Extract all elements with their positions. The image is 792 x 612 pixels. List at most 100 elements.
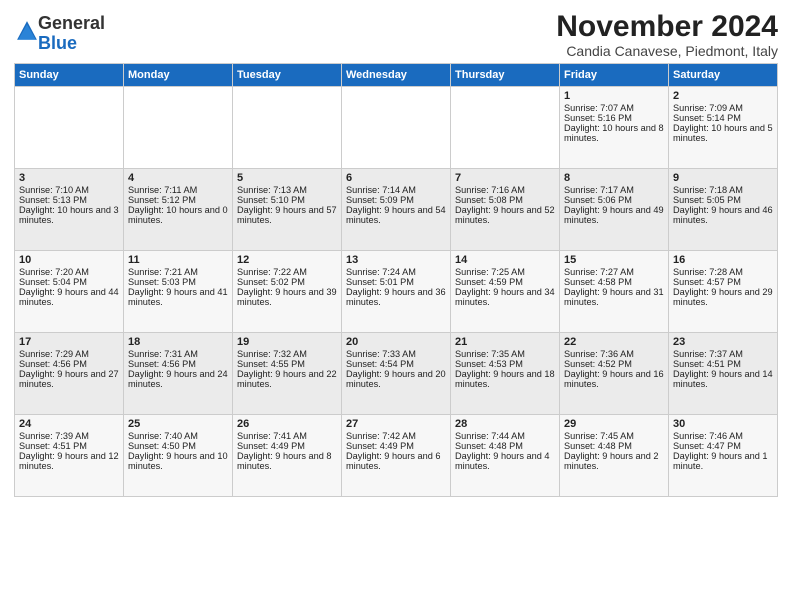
day-info: Sunrise: 7:09 AM	[673, 103, 773, 113]
day-info: Sunrise: 7:14 AM	[346, 185, 446, 195]
day-number: 19	[237, 336, 337, 348]
day-info: Sunrise: 7:42 AM	[346, 431, 446, 441]
calendar-cell: 27Sunrise: 7:42 AMSunset: 4:49 PMDayligh…	[342, 415, 451, 497]
day-info: Sunset: 4:51 PM	[673, 359, 773, 369]
day-info: Sunrise: 7:31 AM	[128, 349, 228, 359]
day-info: Daylight: 9 hours and 20 minutes.	[346, 369, 446, 389]
calendar-cell: 30Sunrise: 7:46 AMSunset: 4:47 PMDayligh…	[669, 415, 778, 497]
day-info: Sunrise: 7:46 AM	[673, 431, 773, 441]
weekday-header: Tuesday	[233, 64, 342, 87]
day-number: 12	[237, 254, 337, 266]
day-number: 15	[564, 254, 664, 266]
day-info: Daylight: 9 hours and 46 minutes.	[673, 205, 773, 225]
day-info: Sunset: 4:59 PM	[455, 277, 555, 287]
calendar-cell	[233, 87, 342, 169]
calendar-cell: 4Sunrise: 7:11 AMSunset: 5:12 PMDaylight…	[124, 169, 233, 251]
day-info: Daylight: 9 hours and 34 minutes.	[455, 287, 555, 307]
day-info: Sunset: 5:04 PM	[19, 277, 119, 287]
day-info: Daylight: 9 hours and 31 minutes.	[564, 287, 664, 307]
day-info: Sunrise: 7:25 AM	[455, 267, 555, 277]
day-info: Sunrise: 7:22 AM	[237, 267, 337, 277]
day-info: Daylight: 9 hours and 41 minutes.	[128, 287, 228, 307]
calendar-cell: 15Sunrise: 7:27 AMSunset: 4:58 PMDayligh…	[560, 251, 669, 333]
day-number: 27	[346, 418, 446, 430]
calendar: SundayMondayTuesdayWednesdayThursdayFrid…	[14, 63, 778, 497]
calendar-cell	[342, 87, 451, 169]
logo: General Blue	[14, 14, 105, 54]
subtitle: Candia Canavese, Piedmont, Italy	[556, 43, 778, 59]
day-info: Sunset: 4:57 PM	[673, 277, 773, 287]
calendar-cell: 1Sunrise: 7:07 AMSunset: 5:16 PMDaylight…	[560, 87, 669, 169]
day-info: Daylight: 9 hours and 10 minutes.	[128, 451, 228, 471]
day-info: Sunset: 5:05 PM	[673, 195, 773, 205]
calendar-cell: 19Sunrise: 7:32 AMSunset: 4:55 PMDayligh…	[233, 333, 342, 415]
day-number: 20	[346, 336, 446, 348]
day-info: Sunrise: 7:18 AM	[673, 185, 773, 195]
day-number: 11	[128, 254, 228, 266]
day-info: Daylight: 9 hours and 16 minutes.	[564, 369, 664, 389]
day-info: Sunrise: 7:45 AM	[564, 431, 664, 441]
day-number: 10	[19, 254, 119, 266]
day-number: 30	[673, 418, 773, 430]
weekday-header: Monday	[124, 64, 233, 87]
day-info: Sunset: 5:16 PM	[564, 113, 664, 123]
day-number: 26	[237, 418, 337, 430]
logo-icon	[16, 20, 38, 42]
day-info: Sunset: 5:06 PM	[564, 195, 664, 205]
day-info: Sunrise: 7:10 AM	[19, 185, 119, 195]
day-info: Sunset: 4:52 PM	[564, 359, 664, 369]
day-info: Sunset: 4:54 PM	[346, 359, 446, 369]
day-info: Daylight: 9 hours and 57 minutes.	[237, 205, 337, 225]
weekday-header: Wednesday	[342, 64, 451, 87]
day-info: Sunset: 5:10 PM	[237, 195, 337, 205]
day-info: Sunrise: 7:36 AM	[564, 349, 664, 359]
day-info: Sunrise: 7:39 AM	[19, 431, 119, 441]
day-info: Daylight: 9 hours and 29 minutes.	[673, 287, 773, 307]
day-info: Daylight: 9 hours and 49 minutes.	[564, 205, 664, 225]
day-info: Daylight: 10 hours and 5 minutes.	[673, 123, 773, 143]
calendar-cell: 18Sunrise: 7:31 AMSunset: 4:56 PMDayligh…	[124, 333, 233, 415]
day-info: Sunrise: 7:13 AM	[237, 185, 337, 195]
calendar-cell: 16Sunrise: 7:28 AMSunset: 4:57 PMDayligh…	[669, 251, 778, 333]
calendar-cell: 6Sunrise: 7:14 AMSunset: 5:09 PMDaylight…	[342, 169, 451, 251]
day-number: 4	[128, 172, 228, 184]
calendar-cell: 22Sunrise: 7:36 AMSunset: 4:52 PMDayligh…	[560, 333, 669, 415]
calendar-cell: 29Sunrise: 7:45 AMSunset: 4:48 PMDayligh…	[560, 415, 669, 497]
calendar-cell: 5Sunrise: 7:13 AMSunset: 5:10 PMDaylight…	[233, 169, 342, 251]
calendar-cell: 25Sunrise: 7:40 AMSunset: 4:50 PMDayligh…	[124, 415, 233, 497]
calendar-cell: 17Sunrise: 7:29 AMSunset: 4:56 PMDayligh…	[15, 333, 124, 415]
day-number: 13	[346, 254, 446, 266]
day-number: 17	[19, 336, 119, 348]
calendar-cell: 28Sunrise: 7:44 AMSunset: 4:48 PMDayligh…	[451, 415, 560, 497]
calendar-cell: 23Sunrise: 7:37 AMSunset: 4:51 PMDayligh…	[669, 333, 778, 415]
day-info: Sunrise: 7:16 AM	[455, 185, 555, 195]
day-info: Sunset: 4:48 PM	[564, 441, 664, 451]
weekday-header: Sunday	[15, 64, 124, 87]
calendar-cell: 2Sunrise: 7:09 AMSunset: 5:14 PMDaylight…	[669, 87, 778, 169]
weekday-header: Thursday	[451, 64, 560, 87]
day-info: Sunrise: 7:29 AM	[19, 349, 119, 359]
day-info: Daylight: 9 hours and 2 minutes.	[564, 451, 664, 471]
day-info: Daylight: 9 hours and 39 minutes.	[237, 287, 337, 307]
day-info: Sunset: 4:58 PM	[564, 277, 664, 287]
day-info: Sunrise: 7:21 AM	[128, 267, 228, 277]
day-info: Daylight: 9 hours and 22 minutes.	[237, 369, 337, 389]
day-number: 28	[455, 418, 555, 430]
day-number: 8	[564, 172, 664, 184]
calendar-cell: 11Sunrise: 7:21 AMSunset: 5:03 PMDayligh…	[124, 251, 233, 333]
day-info: Sunrise: 7:40 AM	[128, 431, 228, 441]
day-info: Sunset: 5:13 PM	[19, 195, 119, 205]
day-info: Daylight: 9 hours and 36 minutes.	[346, 287, 446, 307]
calendar-header: SundayMondayTuesdayWednesdayThursdayFrid…	[15, 64, 778, 87]
day-info: Daylight: 10 hours and 0 minutes.	[128, 205, 228, 225]
day-info: Daylight: 9 hours and 44 minutes.	[19, 287, 119, 307]
calendar-cell: 7Sunrise: 7:16 AMSunset: 5:08 PMDaylight…	[451, 169, 560, 251]
calendar-cell: 10Sunrise: 7:20 AMSunset: 5:04 PMDayligh…	[15, 251, 124, 333]
day-info: Sunrise: 7:24 AM	[346, 267, 446, 277]
calendar-cell: 12Sunrise: 7:22 AMSunset: 5:02 PMDayligh…	[233, 251, 342, 333]
day-info: Sunset: 4:49 PM	[346, 441, 446, 451]
day-info: Sunset: 4:47 PM	[673, 441, 773, 451]
day-number: 29	[564, 418, 664, 430]
weekday-header: Saturday	[669, 64, 778, 87]
calendar-cell: 24Sunrise: 7:39 AMSunset: 4:51 PMDayligh…	[15, 415, 124, 497]
